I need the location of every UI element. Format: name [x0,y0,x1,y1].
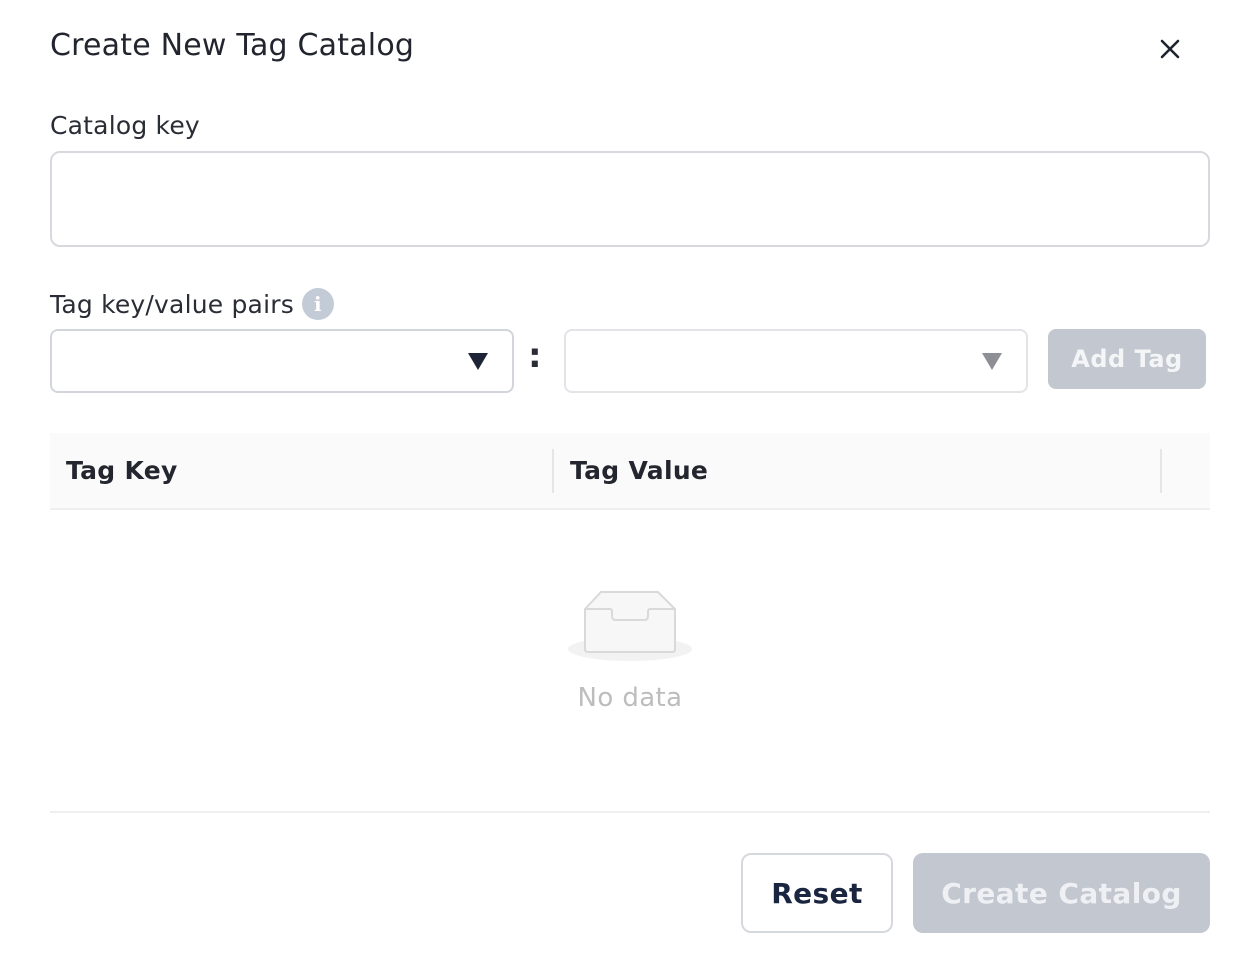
tags-table: Tag Key Tag Value No data [50,433,1210,813]
column-header-tag-value: Tag Value [570,456,709,485]
info-icon[interactable]: i [301,288,334,320]
table-header: Tag Key Tag Value [50,433,1210,510]
tag-key-select[interactable] [50,329,514,393]
close-icon [1160,39,1180,59]
create-tag-catalog-dialog: Create New Tag Catalog Catalog key Tag k… [0,0,1256,958]
caret-down-icon [468,353,488,370]
column-divider [1160,449,1162,493]
column-header-tag-key: Tag Key [66,456,178,485]
empty-state: No data [50,583,1210,713]
add-tag-button[interactable]: Add Tag [1048,329,1206,389]
tag-pairs-label: Tag key/value pairs [50,289,294,319]
dialog-title: Create New Tag Catalog [50,28,415,63]
empty-state-text: No data [577,683,683,713]
tag-value-select[interactable] [564,329,1028,393]
column-divider [552,449,554,493]
create-catalog-button[interactable]: Create Catalog [913,853,1210,933]
reset-button[interactable]: Reset [741,853,893,933]
catalog-key-input[interactable] [50,151,1210,247]
pair-separator: : [528,336,542,376]
footer-divider [50,811,1210,813]
caret-down-icon [982,353,1002,370]
close-button[interactable] [1154,33,1186,65]
catalog-key-label: Catalog key [50,111,200,140]
empty-inbox-icon [568,591,692,661]
tag-pairs-label-row: Tag key/value pairs i [50,288,334,320]
